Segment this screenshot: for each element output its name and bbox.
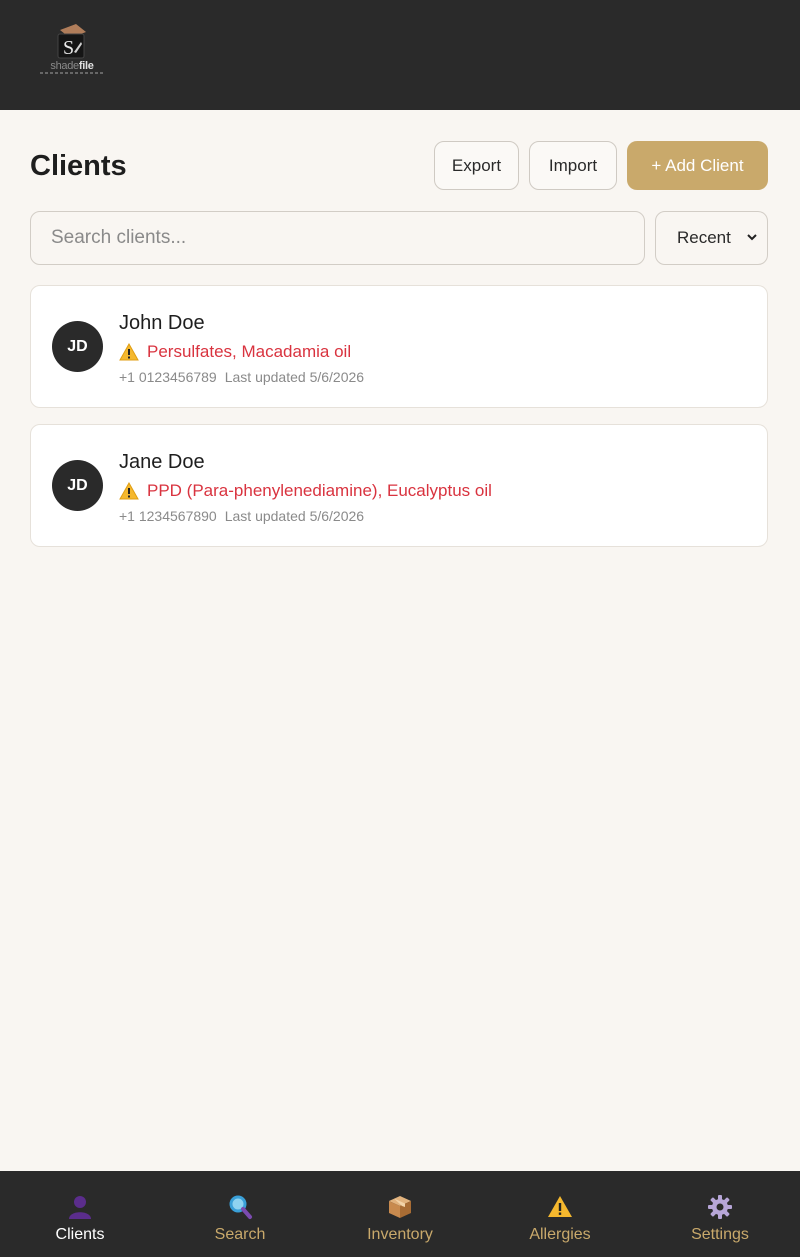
add-client-button[interactable]: + Add Client	[627, 141, 768, 190]
nav-item-allergies[interactable]: Allergies	[480, 1171, 640, 1257]
nav-label: Inventory	[367, 1226, 433, 1243]
magnifier-icon	[229, 1195, 252, 1219]
page-title: Clients	[30, 150, 127, 182]
nav-label: Clients	[55, 1226, 105, 1243]
sort-selected-value: Recent	[677, 228, 731, 247]
nav-label: Settings	[691, 1226, 749, 1243]
chevron-down-icon	[747, 234, 757, 241]
client-meta: +1 1234567890 Last updated 5/6/2026	[119, 508, 364, 524]
client-last-updated: Last updated 5/6/2026	[224, 369, 365, 385]
warning-icon	[548, 1196, 572, 1217]
search-input[interactable]	[30, 211, 645, 265]
client-card[interactable]: JD John Doe Persulfates, Macadamia oil +…	[30, 285, 768, 408]
client-name: Jane Doe	[119, 451, 205, 473]
logo-tagline	[40, 72, 104, 74]
nav-item-clients[interactable]: Clients	[0, 1171, 160, 1257]
warning-icon	[119, 482, 139, 500]
nav-item-search[interactable]: Search	[160, 1171, 320, 1257]
logo-icon: S	[57, 24, 86, 59]
app-logo[interactable]: S shadefile	[40, 24, 104, 76]
client-name: John Doe	[119, 312, 205, 334]
bottom-nav: Clients Search Inventory Allergies Setti…	[0, 1171, 800, 1257]
nav-label: Allergies	[529, 1226, 591, 1243]
nav-item-inventory[interactable]: Inventory	[320, 1171, 480, 1257]
top-bar: S shadefile	[0, 0, 800, 110]
client-last-updated: Last updated 5/6/2026	[224, 508, 365, 524]
warning-icon	[119, 343, 139, 361]
avatar: JD	[52, 321, 103, 372]
logo-wordmark: shadefile	[50, 60, 94, 72]
client-card[interactable]: JD Jane Doe PPD (Para-phenylenediamine),…	[30, 424, 768, 547]
nav-item-settings[interactable]: Settings	[640, 1171, 800, 1257]
allergy-list: PPD (Para-phenylenediamine), Eucalyptus …	[147, 481, 492, 500]
avatar: JD	[52, 460, 103, 511]
sort-select[interactable]: Recent	[655, 211, 768, 265]
client-phone: +1 1234567890	[119, 508, 217, 524]
client-phone: +1 0123456789	[119, 369, 217, 385]
import-button[interactable]: Import	[529, 141, 617, 190]
package-icon	[389, 1196, 411, 1218]
svg-text:S: S	[63, 37, 74, 59]
client-allergies: Persulfates, Macadamia oil	[119, 342, 351, 362]
gear-icon	[708, 1195, 732, 1219]
client-meta: +1 0123456789 Last updated 5/6/2026	[119, 369, 364, 385]
person-icon	[69, 1196, 91, 1219]
client-allergies: PPD (Para-phenylenediamine), Eucalyptus …	[119, 481, 492, 501]
allergy-list: Persulfates, Macadamia oil	[147, 342, 352, 361]
nav-label: Search	[214, 1226, 266, 1243]
export-button[interactable]: Export	[434, 141, 519, 190]
